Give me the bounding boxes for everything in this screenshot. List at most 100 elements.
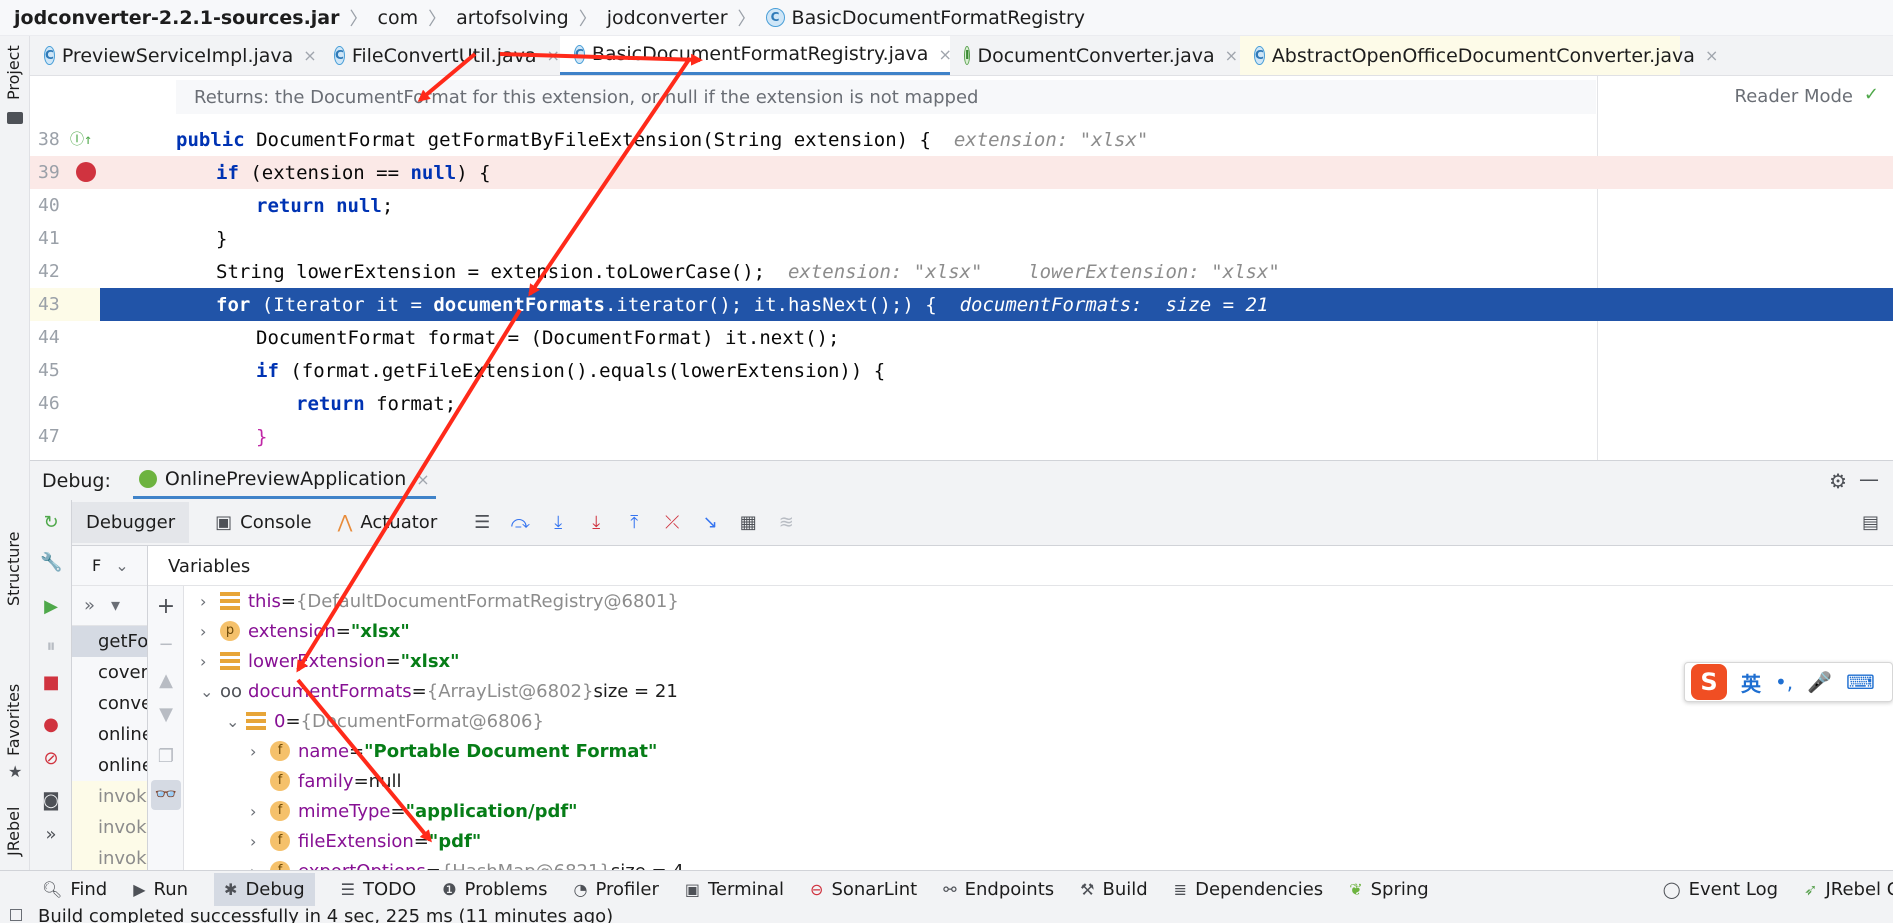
variable-row[interactable]: › p extension = "xlsx" [200,616,410,646]
tab-debugger[interactable]: Debugger [72,502,190,543]
close-icon[interactable]: × [416,470,429,489]
camera-icon[interactable]: ◙ [40,790,62,812]
code-line[interactable]: 47 } [30,420,1893,453]
code-line[interactable]: 42 String lowerExtension = extension.toL… [30,255,1893,288]
frame-item[interactable]: invok [72,812,147,843]
breadcrumb-jar[interactable]: jodconverter-2.2.1-sources.jar [14,7,340,29]
tab-document-converter[interactable]: I DocumentConverter.java × [950,36,1240,75]
close-icon[interactable]: × [1705,46,1718,65]
minimize-icon[interactable]: — [1859,467,1879,491]
problems-tool-button[interactable]: ❶ Problems [442,879,547,900]
code-line[interactable]: 46 return format; [30,387,1893,420]
dependencies-tool-button[interactable]: ≣ Dependencies [1174,879,1324,900]
step-into-icon[interactable]: ⤓ [547,512,569,534]
run-to-cursor-icon[interactable]: ↘ [699,512,721,534]
keyboard-icon[interactable]: ⌨ [1846,670,1875,694]
profiler-tool-button[interactable]: ◔ Profiler [574,879,659,900]
code-line[interactable]: 40 return null; [30,189,1893,222]
jrebel-tool-button[interactable]: JRebel [4,807,23,856]
code-line[interactable]: 44 DocumentFormat format = (DocumentForm… [30,321,1893,354]
jrebel-console-tool-button[interactable]: ➶ JRebel Console [1804,879,1893,900]
reader-mode-button[interactable]: Reader Mode [1735,86,1853,107]
todo-tool-button[interactable]: ☰ TODO [341,879,417,900]
variable-row[interactable]: › f mimeType = "application/pdf" [250,796,578,826]
tab-abstract-openoffice-document-converter[interactable]: C AbstractOpenOfficeDocumentConverter.ja… [1240,36,1718,75]
sogou-logo-icon[interactable]: S [1691,664,1727,700]
frame-item[interactable]: online [72,719,147,750]
glasses-icon[interactable]: 👓 [151,780,181,810]
implements-icon[interactable]: Ⓘ↑ [70,129,92,149]
frame-item[interactable]: cover [72,657,147,688]
menu-icon[interactable]: ☰ [471,512,493,534]
structure-tool-button[interactable]: Structure [4,532,23,606]
force-step-into-icon[interactable]: ⤓ [585,512,607,534]
breadcrumb-class[interactable]: BasicDocumentFormatRegistry [792,7,1085,29]
variable-row[interactable]: › this = {DefaultDocumentFormatRegistry@… [200,586,679,616]
copy-icon[interactable]: ❐ [155,746,177,768]
variable-row[interactable]: › f fileExtension = "pdf" [250,826,481,856]
run-tool-button[interactable]: ▶ Run [133,879,188,900]
code-line[interactable]: 45 if (format.getFileExtension().equals(… [30,354,1893,387]
chevron-down-icon[interactable]: ⌄ [200,682,220,701]
endpoints-tool-button[interactable]: ⚯ Endpoints [943,879,1054,900]
chevron-down-icon[interactable]: ⌄ [226,712,246,731]
ime-punctuation-toggle[interactable]: •, [1775,670,1793,694]
variable-row-expanded[interactable]: ⌄ 0 = {DocumentFormat@6806} [226,706,544,736]
terminal-tool-button[interactable]: ▣ Terminal [685,879,784,900]
variable-row[interactable]: f family = null [270,766,401,796]
move-down-icon[interactable]: ▼ [155,704,177,726]
breadcrumb-jodconverter[interactable]: jodconverter [607,7,728,29]
stop-icon[interactable]: ■ [40,672,62,694]
code-line[interactable]: 38 Ⓘ↑ public DocumentFormat getFormatByF… [30,123,1893,156]
chevron-down-icon[interactable]: ⌄ [115,556,128,575]
spring-tool-button[interactable]: ❦ Spring [1349,879,1429,900]
find-tool-button[interactable]: 🔍︎ Find [42,879,107,900]
code-editor[interactable]: Returns: the DocumentFormat for this ext… [30,76,1893,460]
variable-row[interactable]: › lowerExtension = "xlsx" [200,646,460,676]
tab-preview-service-impl[interactable]: C PreviewServiceImpl.java × [30,36,320,75]
breadcrumb-com[interactable]: com [378,7,419,29]
code-line-breakpoint[interactable]: 39 if (extension == null) { [30,156,1893,189]
close-icon[interactable]: × [303,46,316,65]
chevron-right-icon[interactable]: › [250,802,270,821]
drop-frame-icon[interactable]: ⤫ [661,512,683,534]
view-breakpoints-icon[interactable]: ● [40,714,62,736]
code-line[interactable]: 41 } [30,222,1893,255]
close-icon[interactable]: × [547,46,560,65]
frame-item[interactable]: conve [72,688,147,719]
event-log-tool-button[interactable]: ◯ Event Log [1663,879,1778,900]
frame-item[interactable]: online [72,750,147,781]
chevron-right-icon[interactable]: › [250,832,270,851]
step-out-icon[interactable]: ⤒ [623,512,645,534]
add-watch-icon[interactable]: + [155,596,177,618]
close-icon[interactable]: × [1225,46,1238,65]
resume-icon[interactable]: ▶ [40,596,62,618]
remove-watch-icon[interactable]: − [155,634,177,656]
thread-selector[interactable]: » ▾ [72,586,147,626]
sonarlint-tool-button[interactable]: ⊖ SonarLint [810,879,917,900]
project-tool-button[interactable]: Project [4,45,23,100]
tab-console[interactable]: ▣ Console [215,512,311,533]
chevron-right-icon[interactable]: › [200,622,220,641]
debug-tool-button[interactable]: ✱ Debug [214,873,315,906]
pause-icon[interactable]: ⏸ [40,636,62,658]
ime-language-toggle[interactable]: 英 [1741,668,1761,697]
code-line-current-execution[interactable]: 43 for (Iterator it = documentFormats.it… [30,288,1893,321]
microphone-icon[interactable]: 🎤 [1807,670,1832,694]
mute-breakpoints-icon[interactable]: ⊘ [40,748,62,770]
frame-item[interactable]: invok [72,843,147,870]
more-icon[interactable]: » [40,824,62,846]
chevron-right-icon[interactable]: › [200,592,220,611]
rerun-icon[interactable]: ↻ [40,512,62,534]
tab-basic-document-format-registry[interactable]: C BasicDocumentFormatRegistry.java × [560,36,952,75]
move-up-icon[interactable]: ▲ [155,670,177,692]
gear-icon[interactable]: ⚙ [1829,469,1847,493]
variable-row-expanded[interactable]: ⌄ oo documentFormats = {ArrayList@6802} … [200,676,678,706]
panel-toggle-icon[interactable] [10,909,22,921]
evaluate-expression-icon[interactable]: ▦ [737,512,759,534]
ime-toolbar[interactable]: S 英 •, 🎤 ⌨ [1684,662,1893,702]
trace-icon[interactable]: ≋ [775,512,797,534]
variable-row[interactable]: › f name = "Portable Document Format" [250,736,657,766]
breadcrumb-artofsolving[interactable]: artofsolving [456,7,569,29]
chevron-right-icon[interactable]: › [250,742,270,761]
